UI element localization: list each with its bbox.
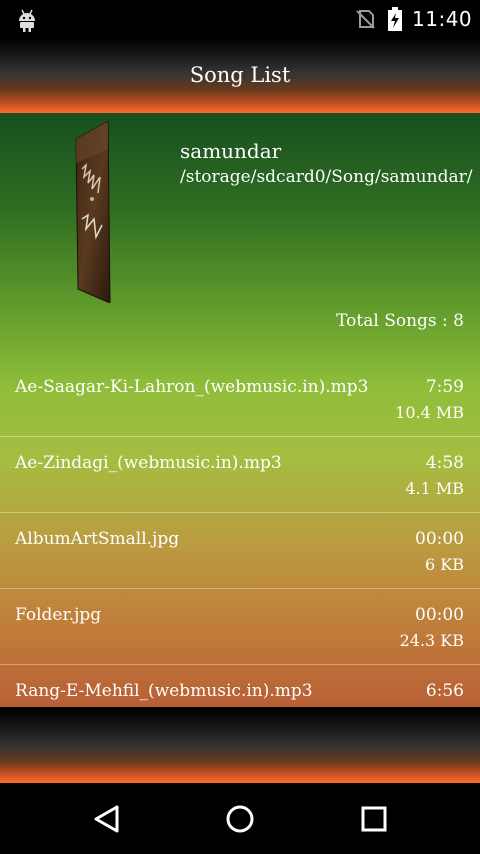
song-row[interactable]: AlbumArtSmall.jpg 00:00 6 KB [0,513,480,589]
song-size: 4.1 MB [405,479,464,498]
recents-icon[interactable] [356,801,392,837]
song-size: 6 KB [425,555,464,574]
folder-name: samundar [180,139,282,163]
song-duration: 6:56 [425,681,464,701]
song-size: 10.4 MB [395,403,464,422]
page-title: Song List [189,63,291,87]
no-sim-icon [356,10,375,29]
song-row[interactable]: Ae-Saagar-Ki-Lahron_(webmusic.in).mp3 7:… [0,361,480,437]
song-name: Ae-Saagar-Ki-Lahron_(webmusic.in).mp3 [15,377,369,397]
home-icon[interactable] [222,801,258,837]
song-name: AlbumArtSmall.jpg [15,529,180,549]
song-row[interactable]: Folder.jpg 00:00 24.3 KB [0,589,480,665]
navigation-bar [0,783,480,854]
song-list-content[interactable]: samundar /storage/sdcard0/Song/samundar/… [0,113,480,707]
song-name: Ae-Zindagi_(webmusic.in).mp3 [15,453,282,473]
title-bar: Song List [0,38,480,113]
android-icon [19,9,35,32]
song-row[interactable]: Rang-E-Mehfil_(webmusic.in).mp3 6:56 [0,665,480,707]
clock: 11:40 [412,7,473,31]
song-duration: 00:00 [415,605,464,625]
song-duration: 00:00 [415,529,464,549]
bottom-bar [0,707,480,783]
battery-charging-icon [388,7,402,31]
song-row[interactable]: Ae-Zindagi_(webmusic.in).mp3 4:58 4.1 MB [0,437,480,513]
total-songs-label: Total Songs : 8 [336,311,464,331]
song-size: 24.3 KB [399,631,464,650]
folder-path: /storage/sdcard0/Song/samundar/ [180,167,473,187]
song-duration: 7:59 [425,377,464,397]
song-name: Folder.jpg [15,605,102,625]
song-name: Rang-E-Mehfil_(webmusic.in).mp3 [15,681,313,701]
back-icon[interactable] [89,801,125,837]
status-bar: 11:40 [0,0,480,38]
song-duration: 4:58 [425,453,464,473]
album-art-image [75,120,111,303]
